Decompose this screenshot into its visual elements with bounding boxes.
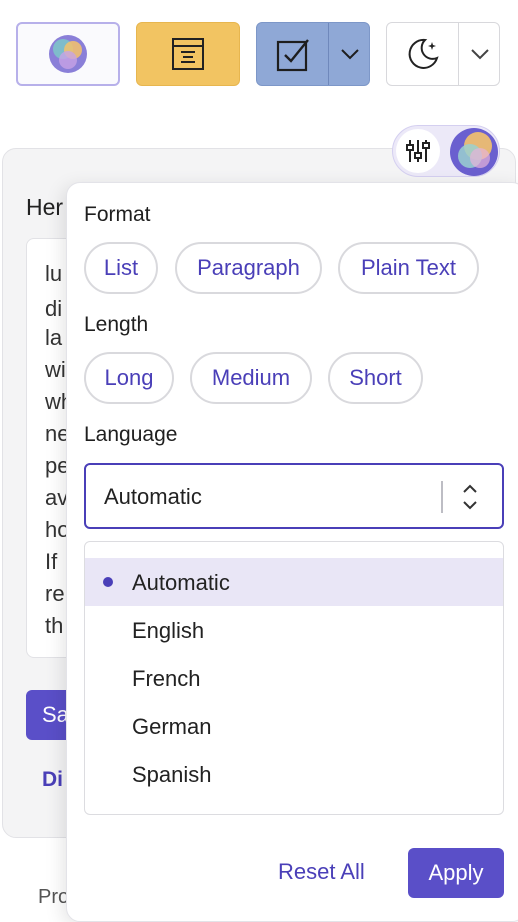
text-line: la	[45, 325, 63, 350]
language-select[interactable]: Automatic	[84, 463, 504, 529]
ai-orb-icon[interactable]	[450, 128, 498, 176]
checkbox-icon	[276, 39, 309, 72]
summary-button[interactable]	[136, 22, 240, 86]
language-option-english[interactable]: English	[85, 606, 503, 654]
option-label: German	[132, 714, 212, 739]
selected-dot-icon	[103, 577, 113, 587]
format-chip-paragraph[interactable]: Paragraph	[175, 242, 322, 294]
language-label: Language	[84, 423, 178, 446]
language-option-spanish[interactable]: Spanish	[85, 750, 503, 798]
length-label: Length	[84, 313, 149, 336]
length-chip-medium[interactable]: Medium	[190, 352, 312, 404]
ai-button[interactable]	[16, 22, 120, 86]
reset-all-button[interactable]: Reset All	[278, 859, 365, 885]
proofread-button[interactable]	[257, 23, 328, 85]
text-line: th	[45, 613, 64, 638]
proofread-dropdown-button[interactable]	[329, 23, 369, 85]
option-label: Spanish	[132, 762, 212, 787]
format-chip-list[interactable]: List	[84, 242, 158, 294]
language-select-value: Automatic	[104, 484, 202, 509]
save-button-label: Sa	[42, 702, 69, 727]
theme-button[interactable]	[387, 23, 458, 85]
format-label: Format	[84, 203, 151, 226]
settings-toggle[interactable]	[392, 125, 500, 177]
theme-button-group	[386, 22, 500, 86]
sliders-icon	[406, 140, 430, 162]
text-line: lu	[45, 261, 63, 286]
text-line: re	[45, 581, 65, 606]
theme-dropdown-button[interactable]	[459, 23, 501, 85]
text-line: av	[45, 485, 69, 510]
summary-doc-icon	[172, 38, 204, 70]
text-line: wi	[45, 357, 66, 382]
text-line: di	[45, 296, 63, 321]
option-label: French	[132, 666, 201, 691]
updown-chevron-icon	[463, 484, 477, 510]
discard-link[interactable]: Di	[42, 768, 63, 792]
proofread-button-group	[256, 22, 370, 86]
language-option-french[interactable]: French	[85, 654, 503, 702]
chevron-down-icon	[341, 49, 359, 60]
settings-knob[interactable]	[396, 129, 440, 173]
apply-button[interactable]: Apply	[408, 848, 504, 898]
language-listbox: Automatic English French German Spanish	[84, 541, 504, 815]
moon-icon	[408, 38, 439, 69]
footer-text: Pro	[38, 886, 70, 908]
language-option-automatic[interactable]: Automatic	[85, 558, 503, 606]
text-line: If	[45, 549, 58, 574]
ai-orb-icon	[49, 35, 87, 73]
length-chip-long[interactable]: Long	[84, 352, 174, 404]
format-chip-plain-text[interactable]: Plain Text	[338, 242, 479, 294]
option-label: Automatic	[132, 570, 230, 595]
card-heading: Her	[26, 194, 64, 220]
option-label: English	[132, 618, 205, 643]
length-chip-short[interactable]: Short	[328, 352, 423, 404]
chevron-down-icon	[471, 49, 489, 60]
language-option-german[interactable]: German	[85, 702, 503, 750]
